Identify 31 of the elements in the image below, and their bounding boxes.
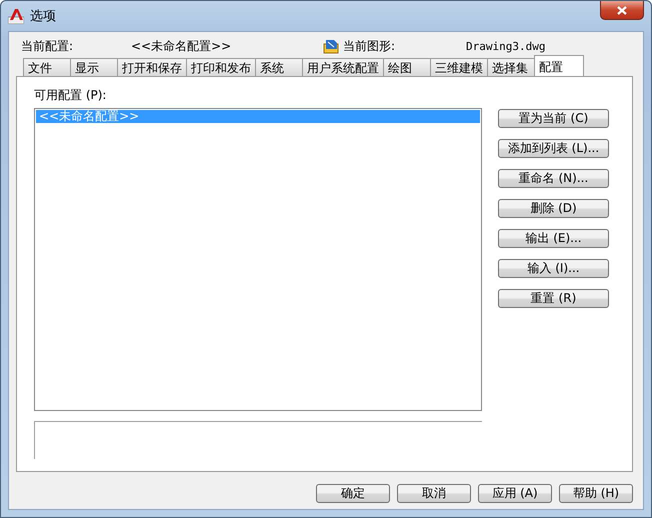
drawing-label: 当前图形:: [343, 38, 396, 54]
app-logo-icon: [8, 8, 24, 24]
action-button[interactable]: 添加到列表 (L)...: [498, 139, 609, 158]
action-button[interactable]: 删除 (D): [498, 199, 609, 218]
tab[interactable]: 配置: [534, 55, 584, 76]
dialog-button[interactable]: 确定: [316, 484, 390, 503]
profile-label: 当前配置:: [21, 38, 74, 54]
close-button[interactable]: [600, 1, 644, 20]
action-button[interactable]: 重置 (R): [498, 289, 609, 308]
window-title: 选项: [30, 8, 56, 25]
tab[interactable]: 选择集: [487, 58, 535, 76]
drawing-value: Drawing3.dwg: [466, 40, 546, 52]
tab[interactable]: 三维建模: [430, 58, 488, 76]
action-button[interactable]: 重命名 (N)...: [498, 169, 609, 188]
dialog-button[interactable]: 取消: [397, 484, 471, 503]
close-icon: [617, 6, 627, 14]
tab[interactable]: 显示: [70, 58, 118, 76]
tab[interactable]: 系统: [255, 58, 303, 76]
tab[interactable]: 文件: [23, 58, 71, 76]
tab[interactable]: 用户系统配置: [302, 58, 384, 76]
action-button[interactable]: 输出 (E)...: [498, 229, 609, 248]
drawing-icon: [323, 38, 339, 54]
profiles-label: 可用配置 (P):: [34, 87, 108, 104]
tab[interactable]: 打开和保存: [117, 58, 187, 76]
action-button[interactable]: 置为当前 (C): [498, 109, 609, 128]
tab[interactable]: 打印和发布: [186, 58, 256, 76]
dialog-button[interactable]: 应用 (A): [478, 484, 552, 503]
tab[interactable]: 绘图: [383, 58, 431, 76]
action-button[interactable]: 输入 (I)...: [498, 259, 609, 278]
profile-value: <<未命名配置>>: [131, 38, 232, 54]
dialog-button[interactable]: 帮助 (H): [559, 484, 633, 503]
